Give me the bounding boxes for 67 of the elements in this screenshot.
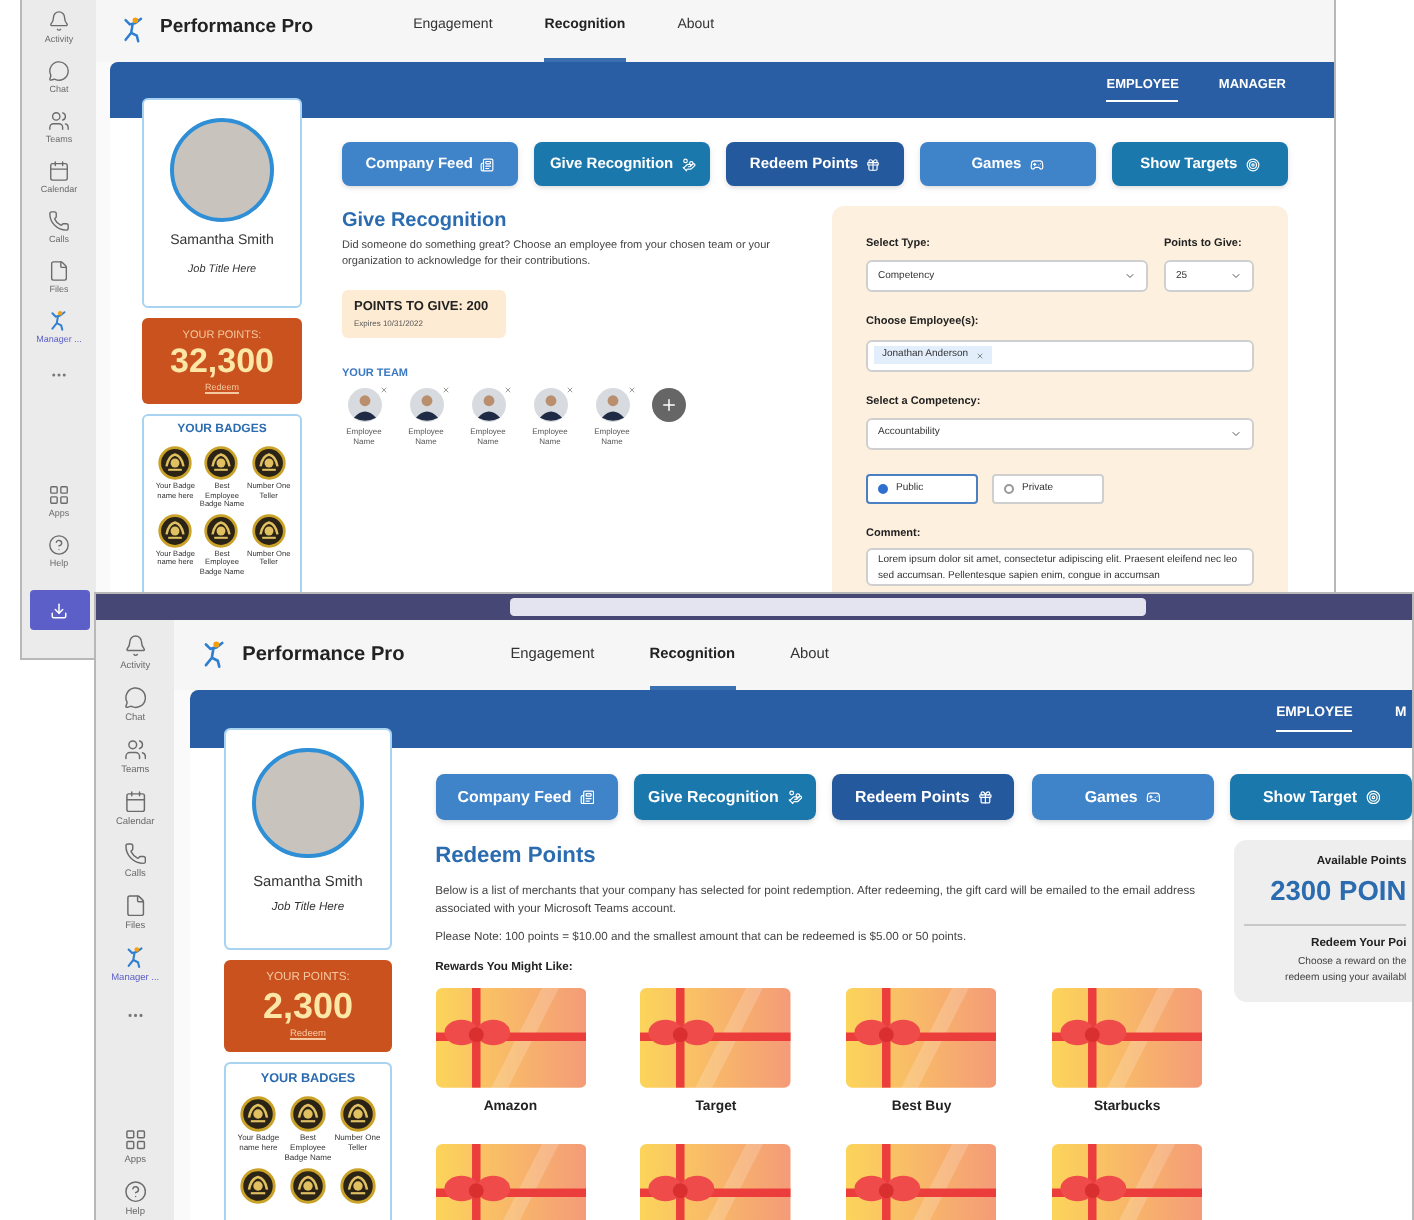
download-icon (50, 601, 68, 619)
logo-icon (48, 310, 70, 333)
add-member-button[interactable] (652, 387, 686, 422)
action-icon (681, 157, 696, 171)
section-title: Redeem Points (435, 841, 598, 872)
rail-icon (48, 534, 70, 557)
action-icon (480, 157, 495, 171)
badge-icon (204, 446, 239, 480)
avatar-icon (409, 387, 443, 422)
avatar-icon (471, 387, 505, 422)
rail-icon (123, 790, 147, 814)
action-icon (1146, 790, 1161, 805)
badge-icon (240, 1096, 277, 1133)
rail-icon (123, 1180, 147, 1204)
rail-icon (123, 686, 147, 710)
radio-icon (878, 483, 888, 494)
rail-icon (48, 60, 70, 83)
badge-icon (204, 513, 239, 548)
rail-icon (48, 484, 70, 507)
chevron-down-icon (1230, 427, 1242, 440)
search-field[interactable] (509, 598, 1146, 616)
rail-icon (48, 110, 70, 133)
action-icon (579, 790, 595, 805)
avatar-icon (595, 387, 629, 422)
download-button[interactable] (29, 590, 89, 630)
badge-icon (289, 1167, 326, 1204)
rail-icon (48, 210, 70, 233)
action-icon (1365, 790, 1381, 805)
badge-icon (339, 1096, 376, 1133)
nav-tab[interactable]: Engagement (510, 619, 595, 690)
chevron-down-icon (1230, 270, 1242, 283)
app-name: Performance Pro (242, 641, 405, 670)
badge-icon (289, 1096, 326, 1133)
photo-placeholder (170, 118, 274, 222)
badge-icon (251, 446, 286, 480)
rail-icon (48, 160, 70, 183)
avatar-icon (533, 387, 567, 422)
rail-icon (123, 1127, 147, 1152)
avatar-icon (347, 387, 381, 422)
action-icon (1245, 157, 1260, 171)
chevron-down-icon (1124, 270, 1136, 283)
points-value: 2,300 (262, 987, 353, 1024)
action-icon (787, 790, 802, 805)
badge-icon (339, 1167, 376, 1204)
badge-icon (158, 446, 193, 480)
points-value: 32,300 (170, 343, 274, 378)
rail-icon (123, 894, 147, 918)
action-icon (978, 790, 993, 805)
app-name: Performance Pro (160, 14, 314, 43)
radio-icon (1004, 483, 1014, 494)
logo-icon (120, 15, 148, 43)
rail-icon (123, 842, 147, 866)
badge-icon (158, 513, 193, 548)
rail-icon (123, 634, 147, 658)
action-icon (1029, 157, 1044, 171)
action-icon (866, 157, 881, 171)
section-title: Give Recognition (342, 208, 509, 236)
badge-icon (251, 513, 286, 548)
profile-name: Samantha Smith (251, 871, 365, 891)
rail-icon (123, 738, 147, 762)
logo-icon (123, 946, 147, 970)
badge-icon (240, 1167, 277, 1204)
available-points-value: 2300 POIN (1270, 874, 1407, 911)
rail-icon (48, 10, 70, 33)
plus-icon (660, 395, 678, 414)
rail-icon (48, 260, 70, 283)
nav-tab[interactable]: About (790, 619, 829, 690)
